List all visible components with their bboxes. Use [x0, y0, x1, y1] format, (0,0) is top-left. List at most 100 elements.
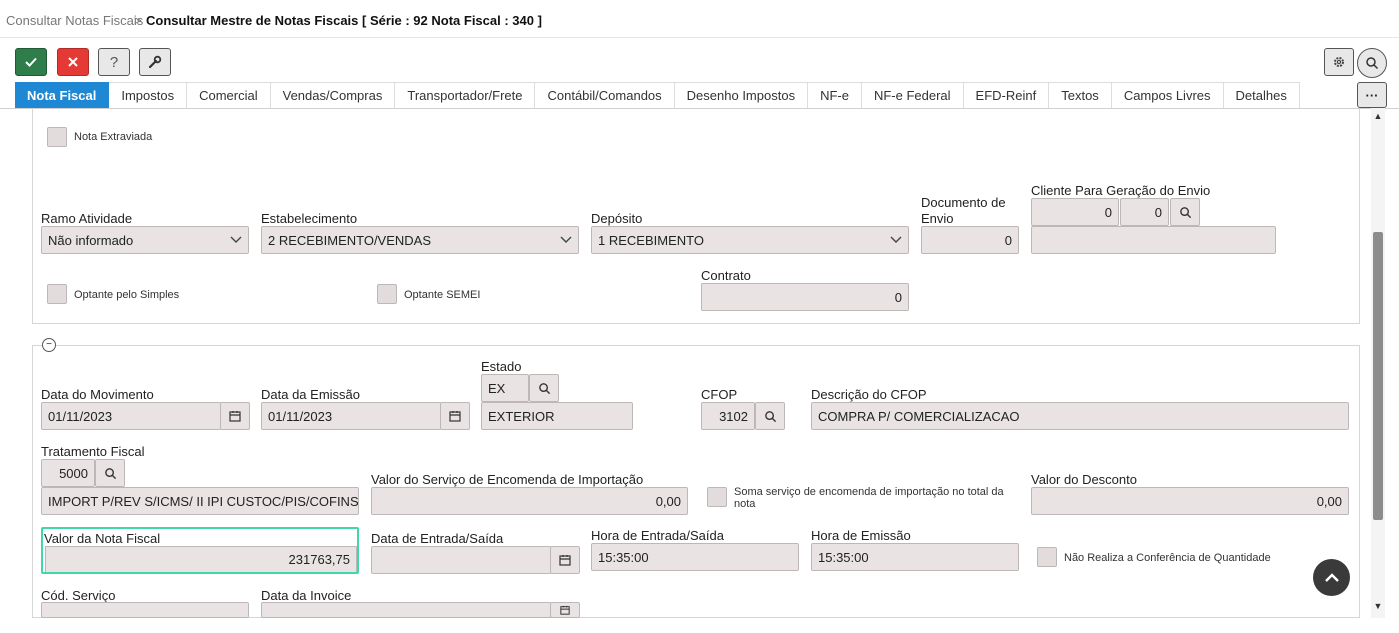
data-movimento-field[interactable]: 01/11/2023 [41, 402, 221, 430]
wrench-icon [148, 55, 162, 69]
valor-desconto-field[interactable]: 0,00 [1031, 487, 1349, 515]
nao-realiza-conferencia-label: Não Realiza a Conferência de Quantidade [1064, 552, 1271, 564]
cfop-field[interactable]: 3102 [701, 402, 755, 430]
data-emissao-calendar-button[interactable] [440, 402, 470, 430]
documento-envio-label-line2: Envio [921, 211, 954, 226]
estado-name-field[interactable]: EXTERIOR [481, 402, 633, 430]
scroll-thumb[interactable] [1373, 232, 1383, 520]
ramo-atividade-label: Ramo Atividade [41, 211, 133, 226]
optante-semei-checkbox[interactable] [377, 284, 397, 304]
chevron-up-icon [1324, 572, 1339, 582]
tratamento-fiscal-code-field[interactable]: 5000 [41, 459, 95, 487]
tab-comercial[interactable]: Comercial [187, 82, 271, 108]
soma-servico-checkbox[interactable] [707, 487, 727, 507]
deposito-select[interactable]: 1 RECEBIMENTO [591, 226, 909, 254]
help-button[interactable]: ? [98, 48, 130, 76]
collapse-minus-icon[interactable]: − [42, 338, 56, 352]
tools-button[interactable] [139, 48, 171, 76]
cliente-envio-sub-field[interactable]: 0 [1120, 198, 1169, 226]
tab-efd-reinf[interactable]: EFD-Reinf [963, 82, 1050, 108]
nota-extraviada-label: Nota Extraviada [74, 131, 153, 143]
cliente-envio-code-field[interactable]: 0 [1031, 198, 1119, 226]
valor-nota-fiscal-container: Valor da Nota Fiscal 231763,75 [41, 527, 359, 574]
cliente-envio-search-button[interactable] [1170, 198, 1200, 226]
chevron-down-icon [560, 236, 572, 243]
documento-envio-field[interactable]: 0 [921, 226, 1019, 254]
more-options-button[interactable]: ··· [1357, 82, 1387, 108]
data-invoice-label: Data da Invoice [261, 588, 352, 603]
estado-search-button[interactable] [529, 374, 559, 402]
data-emissao-field[interactable]: 01/11/2023 [261, 402, 441, 430]
estado-code-field[interactable]: EX [481, 374, 529, 402]
confirm-button[interactable] [15, 48, 47, 76]
calendar-icon [559, 555, 571, 566]
hora-emissao-field[interactable]: 15:35:00 [811, 543, 1019, 571]
hora-entrada-saida-label: Hora de Entrada/Saída [591, 528, 724, 543]
cod-servico-label: Cód. Serviço [41, 588, 116, 603]
valor-servico-encomenda-field[interactable]: 0,00 [371, 487, 688, 515]
valor-nota-fiscal-field[interactable]: 231763,75 [45, 546, 357, 572]
gear-icon [1334, 57, 1344, 67]
hora-emissao-label: Hora de Emissão [811, 528, 911, 543]
descricao-cfop-field[interactable]: COMPRA P/ COMERCIALIZACAO [811, 402, 1349, 430]
soma-servico-label: Soma serviço de encomenda de importação … [734, 486, 1004, 510]
breadcrumb-link[interactable]: Consultar Notas Fiscais [6, 13, 143, 28]
tratamento-fiscal-label: Tratamento Fiscal [41, 444, 145, 459]
deposito-value: 1 RECEBIMENTO [598, 232, 704, 248]
tab-contabil-comandos[interactable]: Contábil/Comandos [535, 82, 675, 108]
descricao-cfop-label: Descrição do CFOP [811, 387, 927, 402]
search-button[interactable] [1357, 48, 1387, 78]
scroll-up-arrow-icon[interactable]: ▲ [1371, 110, 1385, 122]
tab-transportador-frete[interactable]: Transportador/Frete [395, 82, 536, 108]
tab-nf-e[interactable]: NF-e [808, 82, 862, 108]
tratamento-fiscal-description-field[interactable]: IMPORT P/REV S/ICMS/ II IPI CUSTOC/PIS/C… [41, 487, 359, 515]
contrato-field[interactable]: 0 [701, 283, 909, 311]
documento-envio-label: Documento de [921, 195, 1006, 210]
hora-entrada-saida-field[interactable]: 15:35:00 [591, 543, 799, 571]
data-emissao-label: Data da Emissão [261, 387, 360, 402]
tab-textos[interactable]: Textos [1049, 82, 1112, 108]
calendar-icon [229, 411, 241, 422]
cod-servico-field[interactable] [41, 602, 249, 618]
data-invoice-calendar-button[interactable] [550, 602, 580, 618]
data-entrada-saida-calendar-button[interactable] [550, 546, 580, 574]
data-entrada-saida-field[interactable] [371, 546, 551, 574]
data-invoice-field[interactable] [261, 602, 551, 618]
search-icon [104, 467, 116, 479]
cliente-envio-label: Cliente Para Geração do Envio [1031, 183, 1211, 198]
contrato-label: Contrato [701, 268, 751, 283]
tab-nota-fiscal[interactable]: Nota Fiscal [15, 82, 110, 108]
cfop-label: CFOP [701, 387, 738, 402]
close-icon [68, 57, 78, 67]
optante-simples-label: Optante pelo Simples [74, 289, 180, 301]
scroll-down-arrow-icon[interactable]: ▼ [1371, 600, 1385, 612]
data-movimento-calendar-button[interactable] [220, 402, 250, 430]
tab-nf-e-federal[interactable]: NF-e Federal [861, 82, 964, 108]
ramo-atividade-select[interactable]: Não informado [41, 226, 249, 254]
tratamento-fiscal-search-button[interactable] [95, 459, 125, 487]
chevron-down-icon [230, 236, 242, 243]
search-icon [538, 382, 550, 394]
cancel-button[interactable] [57, 48, 89, 76]
page-title: Consultar Mestre de Notas Fiscais [ Séri… [146, 13, 542, 28]
tab-detalhes[interactable]: Detalhes [1223, 82, 1300, 108]
estabelecimento-select[interactable]: 2 RECEBIMENTO/VENDAS [261, 226, 579, 254]
breadcrumb: Consultar Notas Fiscais > Consultar Mest… [0, 0, 1399, 38]
optante-semei-label: Optante SEMEI [404, 289, 481, 301]
nao-realiza-conferencia-checkbox[interactable] [1037, 547, 1057, 567]
settings-button[interactable] [1324, 48, 1354, 76]
optante-simples-checkbox[interactable] [47, 284, 67, 304]
scroll-to-top-button[interactable] [1313, 559, 1350, 596]
tab-desenho-impostos[interactable]: Desenho Impostos [674, 82, 809, 108]
ramo-atividade-value: Não informado [48, 232, 134, 248]
cliente-envio-name-field[interactable] [1031, 226, 1276, 254]
calendar-icon [449, 411, 461, 422]
cfop-search-button[interactable] [755, 402, 785, 430]
tab-vendas-compras[interactable]: Vendas/Compras [270, 82, 396, 108]
breadcrumb-separator: > [134, 13, 142, 28]
estado-label: Estado [481, 359, 522, 374]
vertical-scrollbar[interactable]: ▲ ▼ [1371, 108, 1385, 618]
tab-impostos[interactable]: Impostos [109, 82, 188, 108]
tab-campos-livres[interactable]: Campos Livres [1111, 82, 1224, 108]
nota-extraviada-checkbox[interactable] [47, 127, 67, 147]
